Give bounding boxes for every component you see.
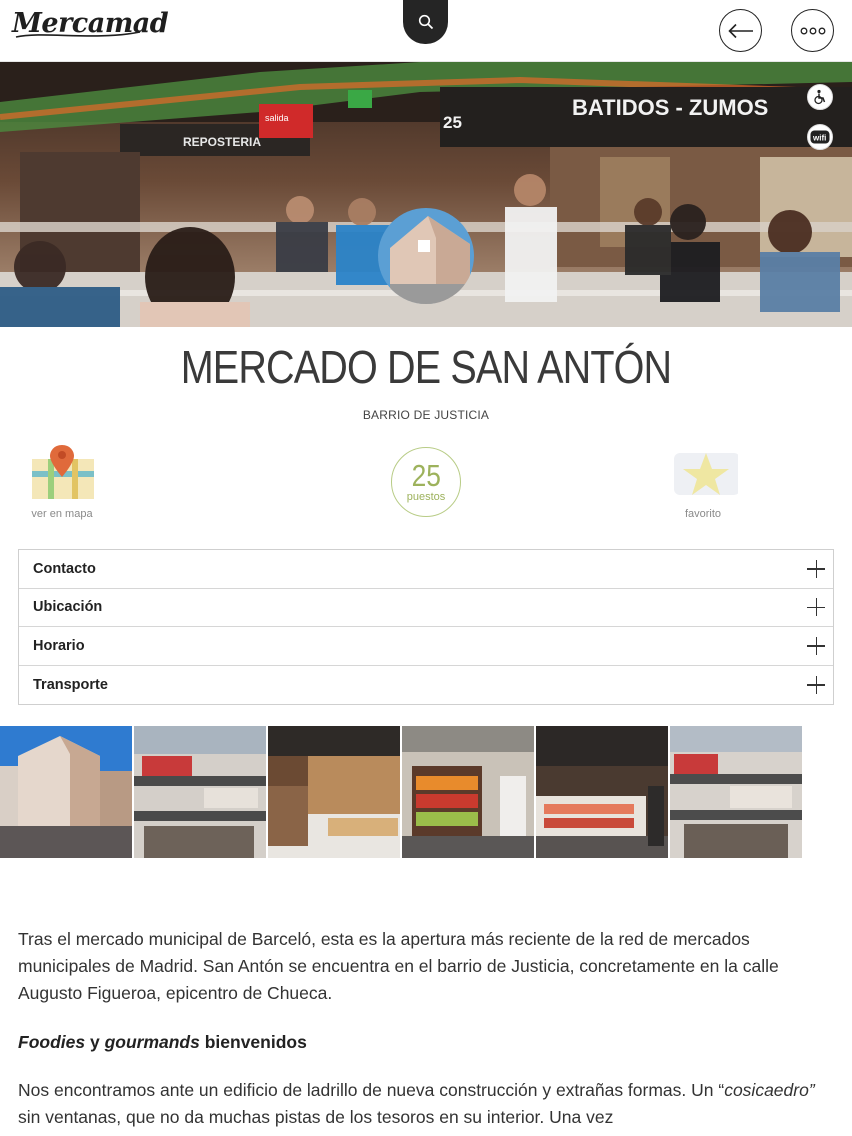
body-text-end: sin ventanas, que no da muchas pistas de… xyxy=(18,1107,614,1127)
wifi-icon: wifi xyxy=(807,124,833,150)
more-dots-icon xyxy=(800,27,825,34)
body-text-start: Nos encontramos ante un edificio de ladr… xyxy=(18,1080,725,1100)
heading-welcome: bienvenidos xyxy=(199,1032,307,1052)
accordion-horario[interactable]: Horario xyxy=(19,627,833,666)
search-icon xyxy=(418,14,433,30)
view-on-map-button[interactable]: ver en mapa xyxy=(22,443,102,520)
plus-icon[interactable] xyxy=(807,598,825,617)
accordion-label: Contacto xyxy=(33,560,96,577)
stalls-count-badge[interactable]: 25 puestos xyxy=(390,443,462,517)
heading-foodies: Foodies xyxy=(18,1032,86,1052)
app-header: Mercamad xyxy=(0,0,852,62)
market-title: MERCADO DE SAN ANTÓN xyxy=(180,341,672,393)
star-icon xyxy=(674,453,740,495)
gallery-photo-upper-floor[interactable] xyxy=(670,726,802,858)
sign-reposteria: REPOSTERIA xyxy=(183,135,261,149)
back-button[interactable] xyxy=(719,9,762,52)
gallery-photo-fruit-stall[interactable] xyxy=(402,726,534,858)
sign-batidos-zumos: BATIDOS - ZUMOS xyxy=(572,95,768,120)
plus-icon[interactable] xyxy=(807,675,825,694)
heading-gourmands: gourmands xyxy=(104,1032,200,1052)
logo-swash xyxy=(15,31,141,38)
map-pin-icon xyxy=(32,445,94,499)
gallery-photo-deli[interactable] xyxy=(268,726,400,858)
market-neighborhood: BARRIO DE JUSTICIA xyxy=(362,408,490,422)
body-text-italic: cosicaedro” xyxy=(724,1080,815,1100)
market-description: Tras el mercado municipal de Barceló, es… xyxy=(18,926,834,1136)
hero-image: BATIDOS - ZUMOS 25 REPOSTERIA salida xyxy=(0,62,852,327)
favorite-label: favorito xyxy=(684,508,722,520)
plus-icon[interactable] xyxy=(807,636,825,655)
photo-gallery xyxy=(0,726,802,858)
body-paragraph: Nos encontramos ante un edificio de ladr… xyxy=(18,1077,834,1131)
svg-text:wifi: wifi xyxy=(812,134,826,143)
plus-icon[interactable] xyxy=(807,559,825,578)
stalls-count-circle: 25 puestos xyxy=(391,447,461,517)
more-options-button[interactable] xyxy=(791,9,834,52)
favorite-button[interactable]: favorito xyxy=(663,443,743,520)
gallery-photo-exterior[interactable] xyxy=(0,726,132,858)
wheelchair-accessible-icon xyxy=(807,84,833,110)
stalls-count-number: 25 xyxy=(411,458,441,493)
map-label: ver en mapa xyxy=(31,508,93,520)
app-logo[interactable]: Mercamad xyxy=(12,8,169,39)
gallery-photo-atrium[interactable] xyxy=(134,726,266,858)
sign-exit: salida xyxy=(265,113,289,123)
sign-stall-number: 25 xyxy=(443,113,462,132)
intro-paragraph: Tras el mercado municipal de Barceló, es… xyxy=(18,929,779,1003)
search-button[interactable] xyxy=(403,0,448,44)
accordion-label: Ubicación xyxy=(33,599,103,616)
heading-and: y xyxy=(85,1032,105,1052)
market-building-thumbnail xyxy=(378,208,474,304)
info-accordion: Contacto Ubicación Horario Transporte xyxy=(18,549,834,705)
arrow-left-icon xyxy=(727,23,753,38)
accordion-contacto[interactable]: Contacto xyxy=(19,550,833,589)
section-heading: Foodies y gourmands bienvenidos xyxy=(18,1029,834,1056)
accordion-label: Transporte xyxy=(33,676,108,693)
accordion-transporte[interactable]: Transporte xyxy=(19,666,833,705)
gallery-photo-fish-counter[interactable] xyxy=(536,726,668,858)
accordion-label: Horario xyxy=(33,637,85,654)
accordion-ubicacion[interactable]: Ubicación xyxy=(19,589,833,627)
